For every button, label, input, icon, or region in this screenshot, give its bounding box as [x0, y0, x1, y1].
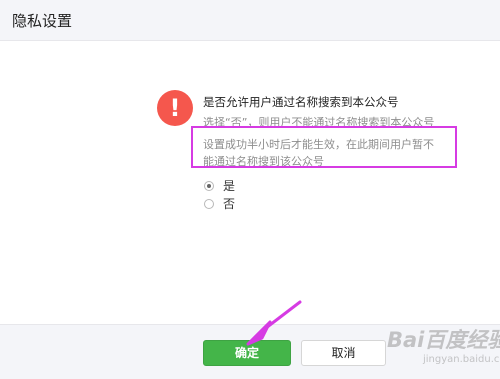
- privacy-settings-dialog: 隐私设置 ! 是否允许用户通过名称搜索到本公众号 选择“否”，则用户不能通过名称…: [0, 0, 500, 379]
- option-yes-label: 是: [223, 179, 236, 193]
- dialog-title: 隐私设置: [12, 12, 73, 30]
- confirm-button[interactable]: 确定: [203, 340, 291, 366]
- radio-no[interactable]: [204, 198, 214, 209]
- dialog-header: 隐私设置: [0, 0, 500, 41]
- warning-icon: !: [157, 90, 193, 126]
- watermark-text: Bai百度经验: [387, 328, 500, 352]
- setting-question: 是否允许用户通过名称搜索到本公众号: [203, 95, 399, 109]
- dialog-body: [0, 41, 500, 324]
- option-no-label: 否: [223, 197, 236, 211]
- cancel-button[interactable]: 取消: [301, 340, 386, 366]
- highlight-annotation-box: [191, 126, 457, 168]
- option-no[interactable]: 否: [204, 195, 235, 212]
- watermark-subtext: jingyan.baidu.com: [423, 354, 500, 365]
- option-yes[interactable]: 是: [204, 177, 235, 194]
- baidu-jingyan-watermark: Bai百度经验 jingyan.baidu.com: [383, 318, 500, 374]
- radio-yes-selected[interactable]: [204, 180, 214, 191]
